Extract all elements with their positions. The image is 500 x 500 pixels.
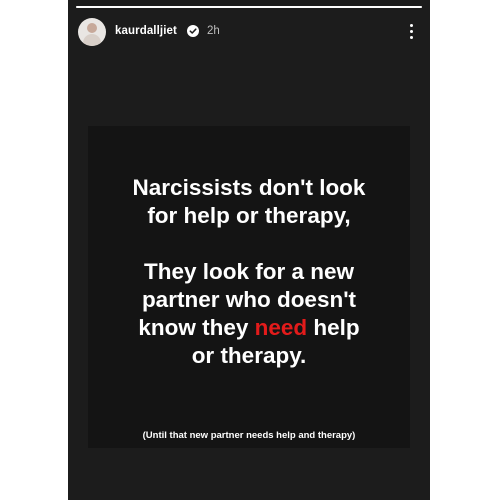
story-viewer[interactable]: kaurdalljiet 2h Narcissists don't look f… [68,0,430,500]
verified-badge-icon [187,25,199,37]
story-text-card: Narcissists don't look for help or thera… [88,126,410,448]
footnote: (Until that new partner needs help and t… [142,430,356,441]
avatar-body-shape [83,34,101,46]
post-timestamp: 2h [207,25,220,37]
message-line: for help or therapy, [147,203,351,228]
avatar-head-shape [87,23,97,33]
more-options-icon[interactable] [410,24,414,40]
avatar[interactable] [78,18,106,46]
story-message: Narcissists don't look for help or thera… [88,174,410,370]
message-line: know they need help [88,314,410,342]
message-line: Narcissists don't look [132,175,366,200]
highlighted-word: need [254,315,308,340]
story-header: kaurdalljiet 2h [68,14,430,50]
message-line: partner who doesn't [141,287,357,312]
story-progress-fill [76,6,422,8]
message-line: They look for a new [143,259,355,284]
menu-dot [410,36,413,39]
message-line: or therapy. [191,343,307,368]
username[interactable]: kaurdalljiet [115,25,177,37]
story-progress-bar [76,6,422,8]
menu-dot [410,30,413,33]
message-text: know they [138,315,255,340]
message-text: help [307,315,360,340]
menu-dot [410,24,413,27]
